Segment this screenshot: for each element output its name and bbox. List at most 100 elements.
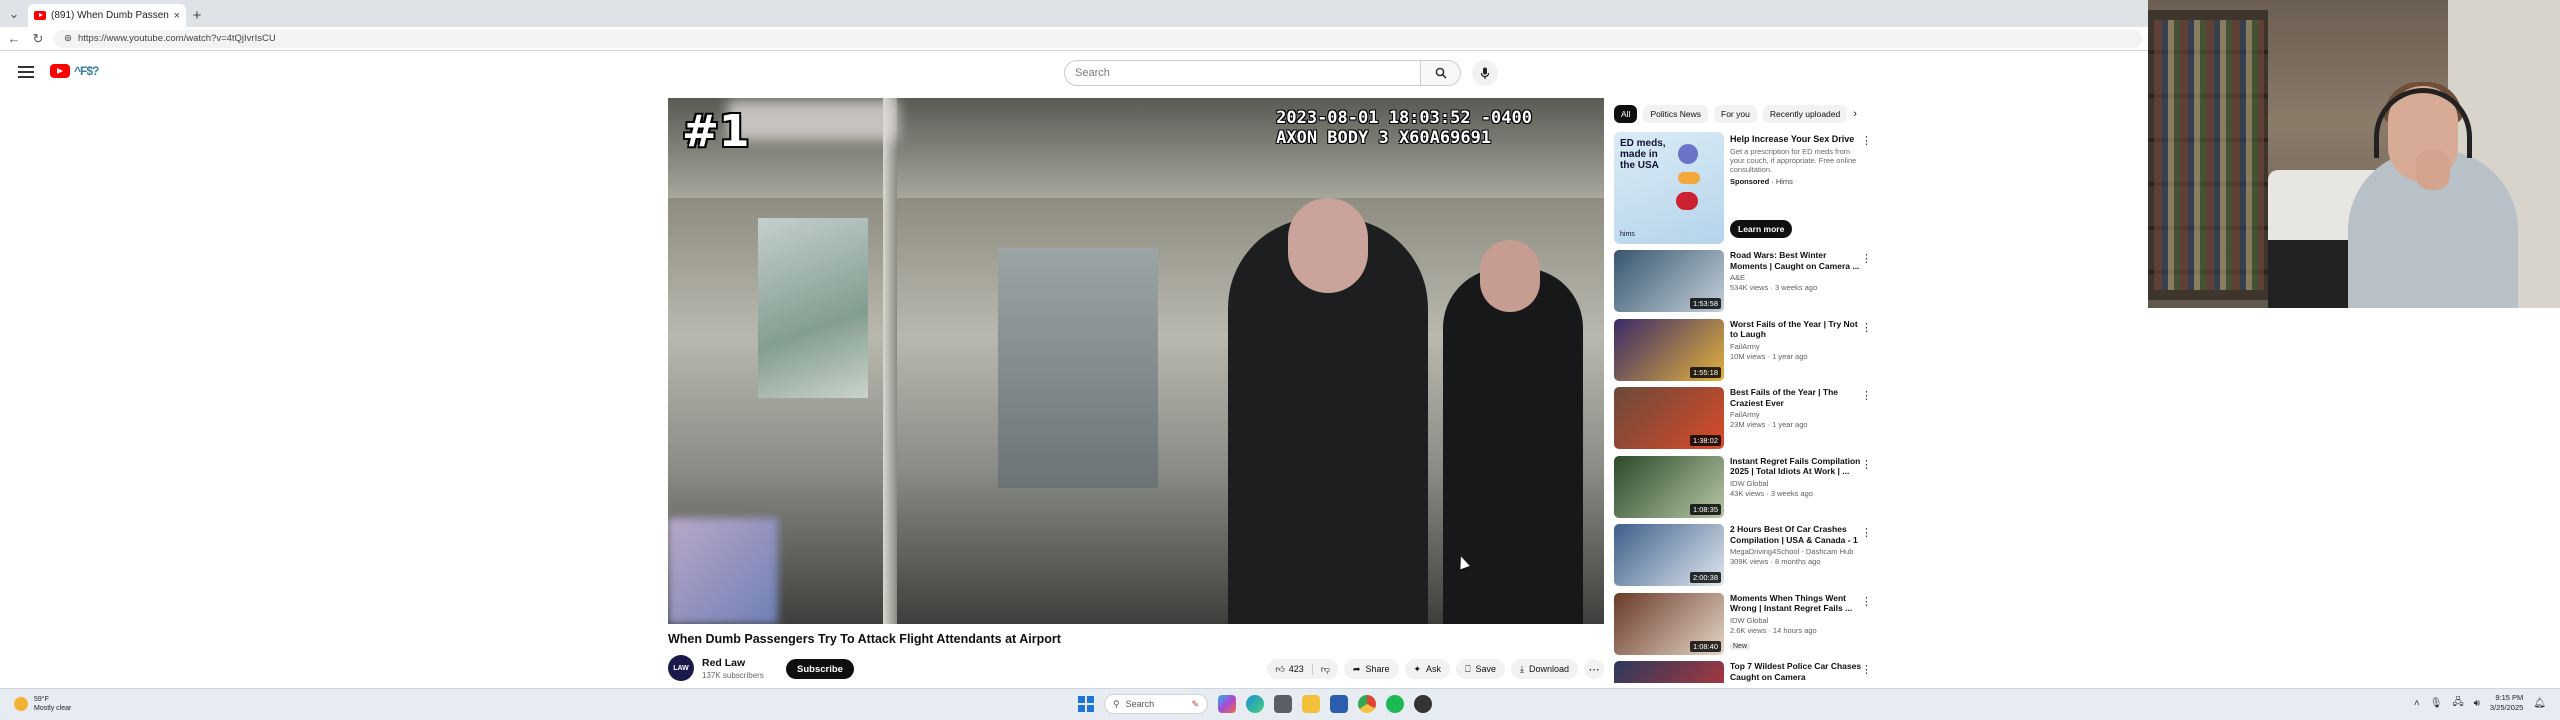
recommendation-title[interactable]: Worst Fails of the Year | Try Not to Lau… — [1730, 319, 1862, 340]
recommendation-title[interactable]: 2 Hours Best Of Car Crashes Compilation … — [1730, 524, 1862, 545]
video-frame-door — [998, 248, 1158, 488]
recommendation-item[interactable]: 1:53:58 Road Wars: Best Winter Moments |… — [1614, 250, 1876, 318]
clock[interactable]: 9:15 PM 3/25/2025 — [2490, 693, 2523, 713]
video-thumbnail[interactable]: 1:08:35 — [1614, 455, 1724, 518]
network-icon[interactable]: 🖧︎ — [2452, 695, 2463, 712]
download-button[interactable]: ⤓ Download — [1510, 659, 1578, 679]
like-button[interactable]: 👍︎ 423 — [1267, 663, 1313, 675]
voice-search-button[interactable] — [1472, 60, 1498, 86]
search-button[interactable] — [1421, 60, 1461, 86]
more-vert-icon[interactable]: ⋮ — [1861, 389, 1872, 402]
video-thumbnail[interactable]: 1:53:58 — [1614, 250, 1724, 312]
video-thumbnail[interactable]: 1:55:18 — [1614, 318, 1724, 381]
more-vert-icon[interactable]: ⋮ — [1861, 134, 1872, 147]
chrome-browser-icon[interactable] — [1358, 695, 1376, 713]
dislike-button[interactable]: 👎︎ — [1313, 664, 1338, 675]
reload-icon[interactable]: ↻ — [30, 31, 46, 47]
like-count: 423 — [1288, 664, 1304, 674]
recommendation-title[interactable]: Top 7 Wildest Police Car Chases Caught o… — [1730, 661, 1862, 682]
search-input[interactable]: Search — [1064, 60, 1421, 86]
recommendation-title[interactable]: Best Fails of the Year | The Craziest Ev… — [1730, 387, 1862, 408]
chip-all[interactable]: All — [1614, 105, 1638, 123]
chip-politics-news[interactable]: Politics News — [1643, 105, 1708, 123]
channel-avatar[interactable]: LAW — [668, 655, 694, 681]
weather-widget[interactable]: 59°F Mostly clear — [14, 695, 71, 713]
task-view-icon[interactable] — [1274, 695, 1292, 713]
start-button-windows-icon[interactable] — [1078, 696, 1094, 712]
recommendation-channel[interactable]: A&E — [1730, 273, 1862, 282]
ad-thumbnail[interactable]: ED meds, made in the USA hims — [1614, 132, 1724, 244]
browser-tab-bar: ⌄ (891) When Dumb Passengers × + — [0, 0, 2148, 27]
spotify-app-icon[interactable] — [1386, 695, 1404, 713]
more-vert-icon[interactable]: ⋮ — [1861, 458, 1872, 471]
tray-overflow-icon[interactable]: ˄ — [2414, 698, 2420, 709]
recommendation-channel[interactable]: MegaDriving4School - Dashcam Hub — [1730, 547, 1862, 556]
download-label: Download — [1528, 664, 1569, 674]
file-explorer-icon[interactable] — [1302, 695, 1320, 713]
recommendation-channel[interactable]: IDW Global — [1730, 616, 1862, 625]
video-thumbnail[interactable]: 1:08:40 — [1614, 592, 1724, 655]
recommendation-channel[interactable]: IDW Global — [1730, 479, 1862, 488]
obs-app-icon[interactable] — [1414, 695, 1432, 713]
video-player[interactable]: #1 2023-08-01 18:03:52 -0400 AXON BODY 3… — [668, 98, 1604, 624]
learn-more-button[interactable]: Learn more — [1730, 220, 1793, 238]
notifications-icon[interactable]: 🔔︎ — [2533, 698, 2546, 709]
video-thumbnail[interactable] — [1614, 661, 1724, 683]
recommendation-item[interactable]: Top 7 Wildest Police Car Chases Caught o… — [1614, 661, 1876, 683]
volume-icon[interactable]: 🔊︎ — [2474, 698, 2480, 709]
more-actions-button[interactable]: ⋯ — [1584, 659, 1604, 679]
recommendation-item[interactable]: 1:55:18 Worst Fails of the Year | Try No… — [1614, 318, 1876, 387]
menu-icon[interactable] — [18, 66, 34, 81]
microphone-icon[interactable]: 🎙︎ — [2430, 698, 2443, 709]
tab-menu-chevron-icon[interactable]: ⌄ — [0, 0, 28, 27]
store-app-icon[interactable] — [1330, 695, 1348, 713]
taskbar-search-label: Search — [1125, 699, 1155, 709]
video-thumbnail[interactable]: 2:00:38 — [1614, 524, 1724, 586]
channel-name[interactable]: Red Law — [702, 657, 745, 669]
recommendation-title[interactable]: Instant Regret Fails Compilation 2025 | … — [1730, 456, 1862, 477]
duration-badge: 1:53:58 — [1689, 298, 1721, 309]
recommendation-item[interactable]: 2:00:38 2 Hours Best Of Car Crashes Comp… — [1614, 524, 1876, 592]
channel-row: LAW Red Law 137K subscribers Subscribe 👍… — [668, 655, 1604, 685]
recommendation-item[interactable]: 1:38:02 Best Fails of the Year | The Cra… — [1614, 387, 1876, 455]
sponsored-ad-card[interactable]: ED meds, made in the USA hims Help Incre… — [1614, 132, 1876, 244]
screen: ⌄ (891) When Dumb Passengers × + ← ↻ ⊚ h… — [0, 0, 2560, 720]
new-tab-button[interactable]: + — [186, 4, 208, 27]
browser-tab-youtube[interactable]: (891) When Dumb Passengers × — [28, 4, 186, 27]
recommendation-title[interactable]: Moments When Things Went Wrong | Instant… — [1730, 593, 1862, 614]
copilot-app-icon[interactable] — [1218, 695, 1236, 713]
youtube-logo[interactable]: ^F$? — [50, 64, 99, 78]
duration-badge: 1:55:18 — [1689, 366, 1721, 378]
tab-close-icon[interactable]: × — [174, 10, 180, 22]
more-vert-icon[interactable]: ⋮ — [1861, 595, 1872, 608]
more-vert-icon[interactable]: ⋮ — [1861, 526, 1872, 539]
recommendation-item[interactable]: 1:08:40 Moments When Things Went Wrong |… — [1614, 592, 1876, 661]
video-title: When Dumb Passengers Try To Attack Fligh… — [668, 632, 1061, 646]
video-thumbnail[interactable]: 1:38:02 — [1614, 387, 1724, 449]
chip-for-you[interactable]: For you — [1714, 105, 1757, 123]
back-icon[interactable]: ← — [6, 31, 22, 46]
subscribe-button[interactable]: Subscribe — [786, 659, 854, 679]
ask-button[interactable]: ✦ Ask — [1404, 659, 1451, 679]
recommendation-title[interactable]: Road Wars: Best Winter Moments | Caught … — [1730, 250, 1862, 271]
chip-recently-uploaded[interactable]: Recently uploaded — [1762, 105, 1848, 123]
recommendation-info: Instant Regret Fails Compilation 2025 | … — [1730, 456, 1862, 498]
ad-title[interactable]: Help Increase Your Sex Drive — [1730, 134, 1860, 145]
taskbar-search[interactable]: ⚲ Search ✎ — [1104, 694, 1208, 714]
weather-desc: Mostly clear — [34, 705, 72, 712]
recommendation-item[interactable]: 1:08:35 Instant Regret Fails Compilation… — [1614, 455, 1876, 524]
recommendation-channel[interactable]: FailArmy — [1730, 342, 1862, 351]
recommendation-channel[interactable]: FailArmy — [1730, 410, 1862, 419]
site-info-icon[interactable]: ⊚ — [64, 33, 72, 44]
url-field[interactable]: ⊚ https://www.youtube.com/watch?v=4tQjIv… — [54, 29, 2142, 48]
more-vert-icon[interactable]: ⋮ — [1861, 321, 1872, 334]
video-frame-pole — [883, 98, 897, 624]
more-vert-icon[interactable]: ⋮ — [1861, 663, 1872, 676]
share-button[interactable]: ➦ Share — [1343, 659, 1399, 679]
save-button[interactable]: ⎕ Save — [1456, 659, 1505, 679]
edge-browser-icon[interactable] — [1246, 695, 1264, 713]
chevron-right-icon[interactable]: › — [1853, 108, 1857, 120]
system-tray: ˄ 🎙︎ 🖧︎ 🔊︎ 9:15 PM 3/25/2025 🔔︎ — [2414, 693, 2546, 713]
pill-graphic — [1678, 172, 1700, 184]
more-vert-icon[interactable]: ⋮ — [1861, 252, 1872, 265]
